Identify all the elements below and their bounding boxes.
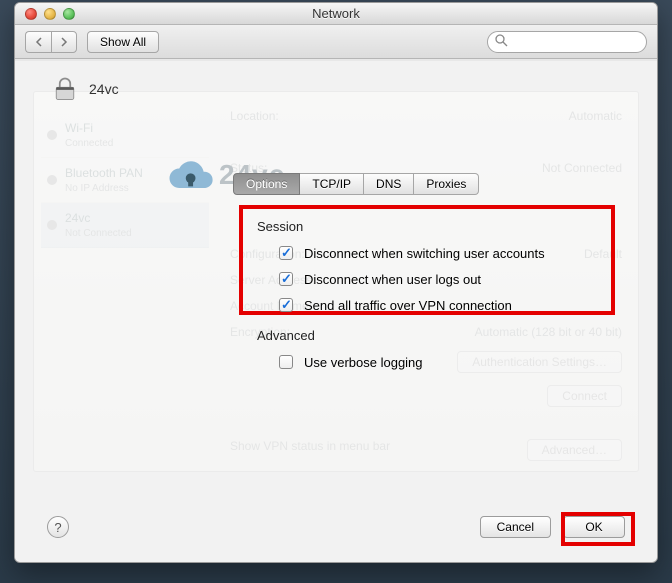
checkbox[interactable] — [279, 355, 293, 369]
check-user-logout[interactable]: Disconnect when user logs out — [257, 266, 599, 292]
search-icon — [495, 34, 508, 50]
search-field-wrap — [487, 31, 647, 53]
window-title: Network — [15, 6, 657, 21]
checkbox[interactable] — [279, 298, 293, 312]
check-switch-users[interactable]: Disconnect when switching user accounts — [257, 240, 599, 266]
toolbar: Show All — [15, 25, 657, 59]
chevron-right-icon — [60, 37, 68, 47]
advanced-header: Advanced — [257, 328, 599, 343]
checkbox-label: Disconnect when switching user accounts — [304, 246, 545, 261]
tab-tcpip[interactable]: TCP/IP — [300, 173, 364, 195]
cloud-icon — [163, 155, 215, 195]
search-input[interactable] — [487, 31, 647, 53]
nav-group — [25, 31, 77, 53]
chevron-left-icon — [35, 37, 43, 47]
options-sheet: 24vc 24vc Options TCP/IP DNS Proxies Ses… — [33, 61, 639, 550]
tab-proxies[interactable]: Proxies — [414, 173, 479, 195]
highlight-ok — [561, 512, 635, 546]
titlebar: Network — [15, 3, 657, 25]
show-all-button[interactable]: Show All — [87, 31, 159, 53]
sheet-header: 24vc — [33, 61, 639, 111]
check-all-traffic-vpn[interactable]: Send all traffic over VPN connection — [257, 292, 599, 318]
settings-block: Session Disconnect when switching user a… — [243, 209, 613, 389]
forward-button[interactable] — [51, 31, 77, 53]
cancel-button[interactable]: Cancel — [480, 516, 551, 538]
help-button[interactable]: ? — [47, 516, 69, 538]
check-verbose-logging[interactable]: Use verbose logging — [257, 349, 599, 375]
session-header: Session — [257, 219, 599, 234]
checkbox[interactable] — [279, 246, 293, 260]
checkbox-label: Disconnect when user logs out — [304, 272, 481, 287]
lock-icon — [51, 75, 79, 103]
preferences-window: Network Show All Wi-FiConnected — [14, 2, 658, 563]
back-button[interactable] — [25, 31, 51, 53]
checkbox[interactable] — [279, 272, 293, 286]
connection-name: 24vc — [89, 81, 119, 97]
tab-options[interactable]: Options — [233, 173, 300, 195]
tab-dns[interactable]: DNS — [364, 173, 414, 195]
checkbox-label: Use verbose logging — [304, 355, 423, 370]
checkbox-label: Send all traffic over VPN connection — [304, 298, 512, 313]
tab-bar: Options TCP/IP DNS Proxies — [233, 173, 479, 195]
